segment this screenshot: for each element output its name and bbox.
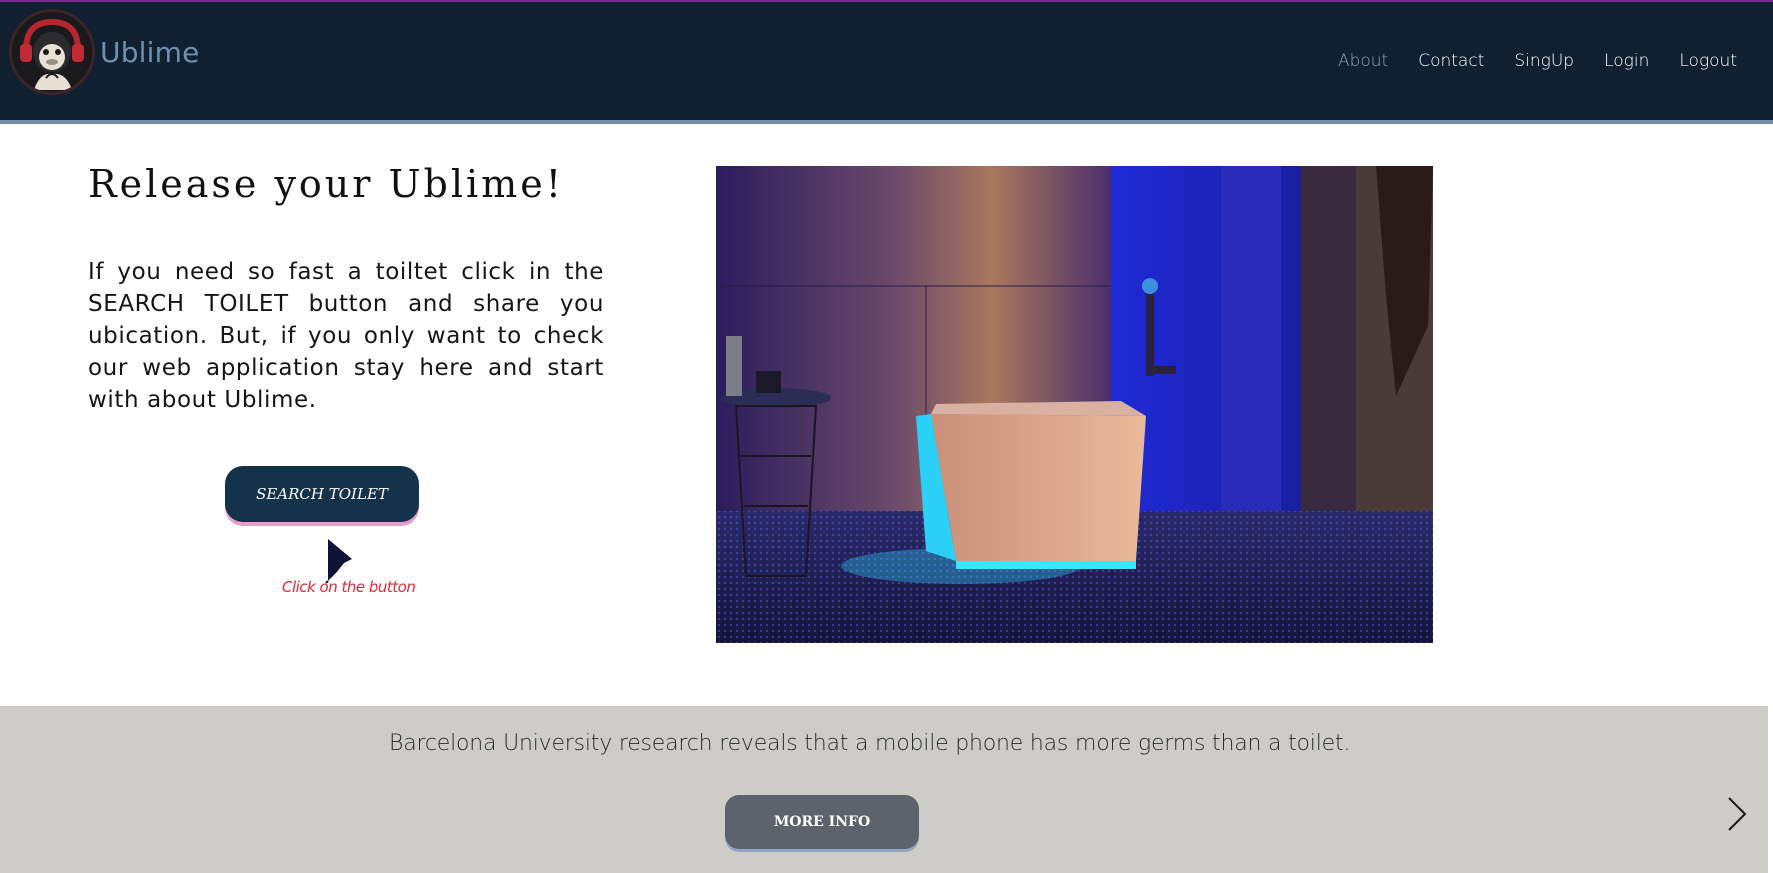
germ-fact-text: Barcelona University research reveals th…	[389, 731, 1351, 756]
chevron-right-icon[interactable]	[1724, 794, 1750, 834]
smart-toilet-image	[716, 166, 1433, 643]
nav-login[interactable]: Login	[1604, 51, 1649, 71]
nav-about[interactable]: About	[1338, 51, 1388, 71]
monkey-logo-icon[interactable]	[9, 9, 95, 95]
nav-signup[interactable]: SingUp	[1514, 51, 1574, 71]
more-info-button[interactable]: MORE INFO	[725, 795, 919, 849]
search-toilet-button[interactable]: SEARCH TOILET	[225, 466, 419, 522]
hero-description: If you need so fast a toiltet click in t…	[88, 259, 604, 413]
click-hint: Click on the button	[282, 578, 416, 596]
site-header: Ublime About Contact SingUp Login Logout	[0, 0, 1773, 124]
nav-logout[interactable]: Logout	[1679, 51, 1737, 71]
hero-title: Release your Ublime!	[88, 162, 564, 206]
main-nav: About Contact SingUp Login Logout	[1338, 51, 1737, 71]
nav-contact[interactable]: Contact	[1418, 51, 1484, 71]
brand-name[interactable]: Ublime	[100, 36, 200, 69]
